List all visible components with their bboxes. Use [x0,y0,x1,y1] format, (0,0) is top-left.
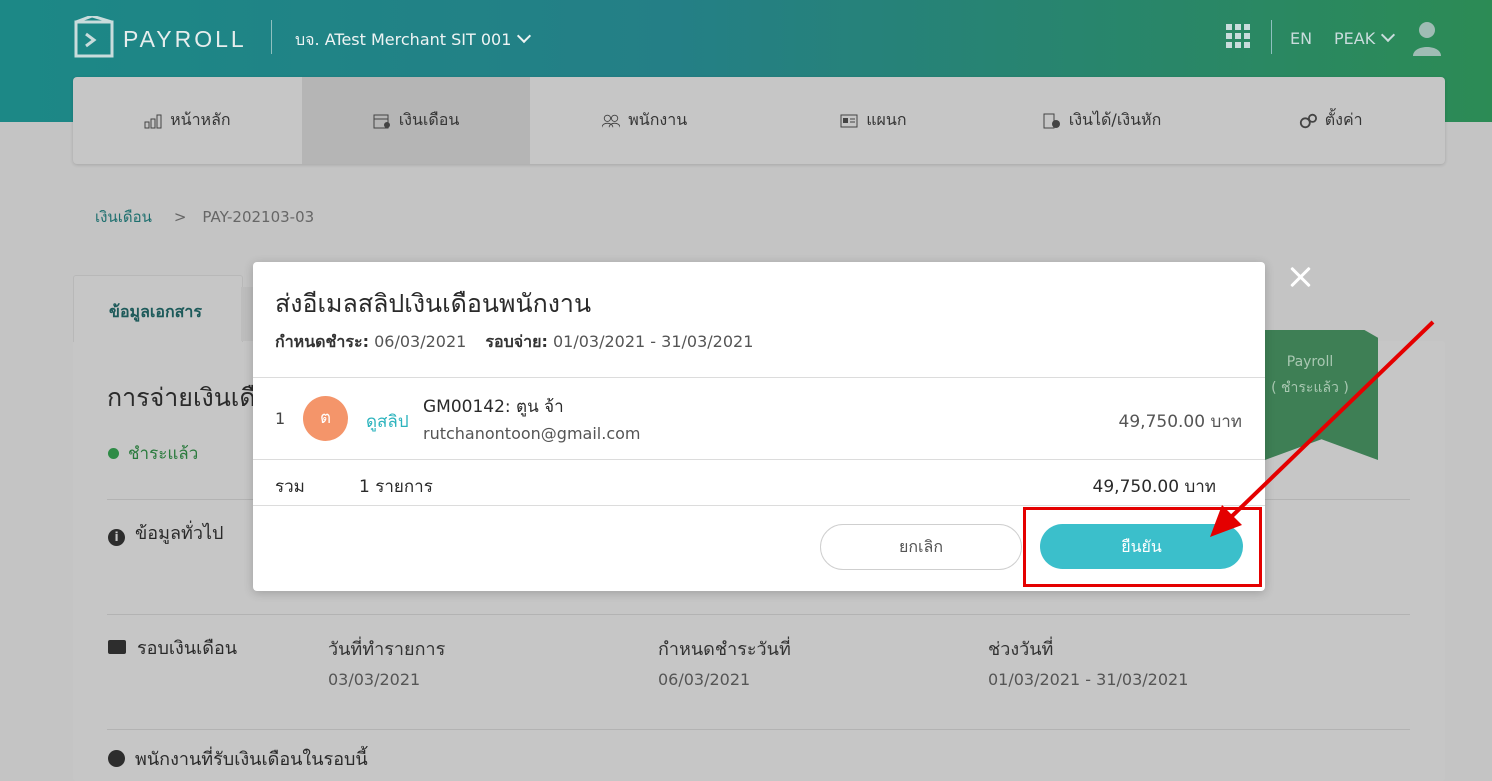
cancel-button[interactable]: ยกเลิก [820,524,1022,570]
id-card-icon [840,114,858,127]
total-amount: 49,750.00 บาท [1092,477,1216,497]
bar-chart-icon [144,114,162,128]
modal-title: ส่งอีเมลสลิปเงินเดือนพนักงาน [275,289,592,318]
user-name: PEAK [1334,29,1376,48]
breadcrumb: เงินเดือน > PAY-202103-03 [95,205,314,229]
nav-home[interactable]: หน้าหลัก [73,77,302,164]
user-menu[interactable]: PEAK [1334,27,1396,48]
avatar: ต [303,396,348,441]
coins-icon [1043,113,1060,128]
chevron-down-icon [1381,27,1396,43]
modal-subtitle: กำหนดชำระ: 06/03/2021 รอบจ่าย: 01/03/202… [275,330,753,355]
apps-grid-icon[interactable] [1226,24,1250,48]
row-number: 1 [275,409,286,428]
field-value-date-range: 01/03/2021 - 31/03/2021 [988,670,1189,689]
due-value: 06/03/2021 [374,332,467,351]
nav-label: เงินเดือน [398,110,460,129]
close-modal-icon[interactable] [1288,264,1314,290]
highlight-box [1023,507,1262,587]
calendar-money-icon [373,114,390,128]
chevron-down-icon [517,28,532,44]
breadcrumb-parent-link[interactable]: เงินเดือน [95,208,152,226]
employee-amount: 49,750.00 บาท [1118,412,1242,432]
modal-divider [253,377,1265,378]
nav-settings[interactable]: ตั้งค่า [1216,77,1445,164]
nav-label: พนักงาน [628,110,688,129]
company-selector[interactable]: บจ. ATest Merchant SIT 001 [295,28,532,53]
nav-departments[interactable]: แผนก [759,77,988,164]
section-label: พนักงานที่รับเงินเดือนในรอบนี้ [135,749,368,770]
field-label-date-range: ช่วงวันที่ [988,639,1054,660]
general-info-heading: i ข้อมูลทั่วไป [108,518,223,547]
info-icon: i [108,529,125,546]
nav-label: เงินได้/เงินหัก [1068,110,1162,129]
section-label: รอบเงินเดือน [137,638,238,659]
nav-payroll[interactable]: เงินเดือน [301,77,531,164]
payroll-logo-icon [74,16,114,58]
nav-label: หน้าหลัก [170,110,231,129]
field-label-transaction-date: วันที่ทำรายการ [328,639,446,660]
tab-label: ข้อมูลเอกสาร [109,302,203,321]
nav-employees[interactable]: พนักงาน [530,77,759,164]
period-value: 01/03/2021 - 31/03/2021 [552,332,754,351]
page-title: การจ่ายเงินเดื [107,383,256,412]
user-avatar-icon[interactable] [1412,20,1442,56]
modal-divider [253,459,1265,460]
total-count: 1 รายการ [359,477,433,497]
modal-divider [253,505,1265,506]
breadcrumb-separator: > [173,208,187,226]
period-label: รอบจ่าย: [485,332,548,351]
ribbon-line-1: Payroll [1286,354,1334,370]
employee-name: GM00142: ตูน จ้า [423,397,564,417]
language-switch[interactable]: EN [1290,29,1312,48]
wallet-icon [108,640,126,654]
status-text: ชำระแล้ว [128,444,199,464]
company-name: บจ. ATest Merchant SIT 001 [295,30,512,49]
main-nav: หน้าหลัก เงินเดือน พนักงาน แผนก เงินได้/… [73,77,1445,164]
employee-email: rutchanontoon@gmail.com [423,424,641,443]
users-icon [602,114,621,127]
nav-income-deduction[interactable]: เงินได้/เงินหัก [988,77,1217,164]
header-divider-2 [1271,20,1272,54]
ribbon-line-2: ( ชำระแล้ว ) [1271,380,1349,396]
due-label: กำหนดชำระ: [275,332,369,351]
divider [107,614,1410,615]
view-slip-link[interactable]: ดูสลิป [366,408,409,435]
nav-label: ตั้งค่า [1324,110,1363,129]
field-label-due-date: กำหนดชำระวันที่ [658,639,791,660]
divider [107,729,1410,730]
gears-icon [1299,113,1317,128]
field-value-due-date: 06/03/2021 [658,670,751,689]
status-badge: ชำระแล้ว [108,440,198,467]
field-value-transaction-date: 03/03/2021 [328,670,421,689]
tab-document-info[interactable]: ข้อมูลเอกสาร [73,275,243,342]
brand-name: PAYROLL [123,26,247,52]
payroll-round-heading: รอบเงินเดือน [108,633,237,662]
section-label: ข้อมูลทั่วไป [135,523,224,544]
header-divider [271,20,272,54]
status-dot-icon [108,448,119,459]
nav-label: แผนก [866,110,907,129]
breadcrumb-current: PAY-202103-03 [202,208,315,226]
total-label: รวม [275,477,305,497]
